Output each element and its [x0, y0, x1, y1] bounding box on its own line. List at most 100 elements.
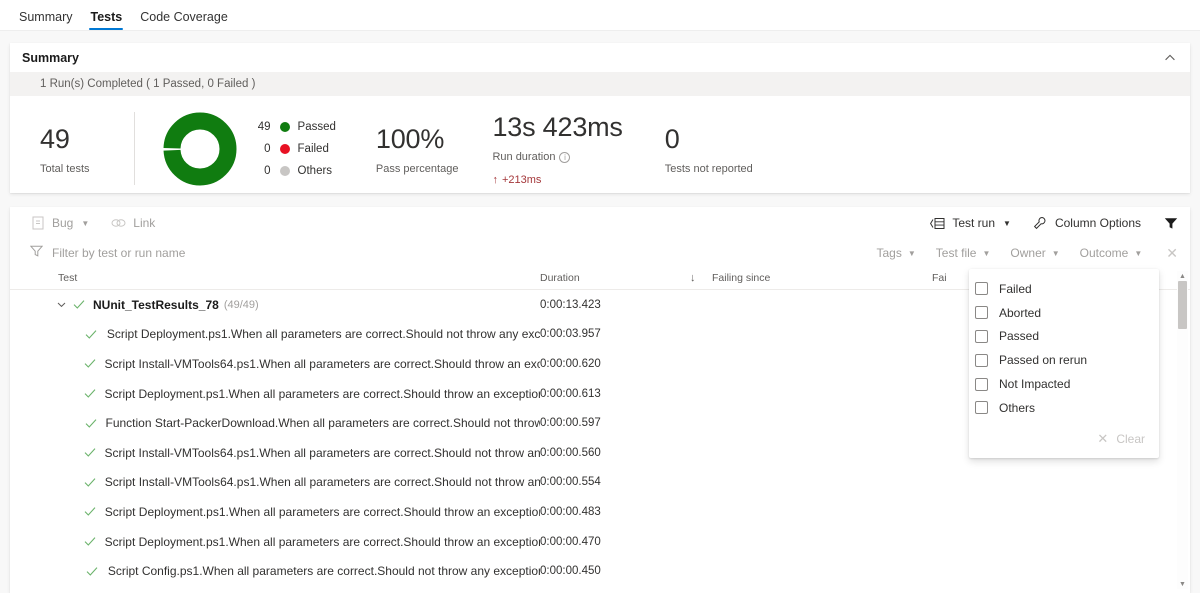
metric-run-duration: 13s 423ms Run duration i ↑ +213ms: [458, 104, 622, 193]
run-duration-delta: ↑ +213ms: [492, 174, 622, 186]
passed-check-icon: [84, 358, 97, 369]
metric-tests-not-reported: 0 Tests not reported: [623, 104, 753, 193]
expand-collapse-icon[interactable]: [57, 300, 71, 309]
table-row[interactable]: Script Config.ps1.When all parameters ar…: [10, 556, 1190, 586]
bug-label: Bug: [52, 216, 74, 230]
arrow-up-icon: ↑: [492, 174, 498, 187]
summary-title: Summary: [22, 50, 79, 65]
test-name: Script Config.ps1.When all parameters ar…: [107, 564, 540, 579]
summary-header[interactable]: Summary: [10, 43, 1190, 72]
row-duration: 0:00:00.450: [540, 565, 601, 578]
outcome-option-label: Others: [999, 400, 1036, 415]
pass-percentage-label: Pass percentage: [375, 162, 459, 175]
checkbox[interactable]: [975, 329, 988, 343]
outcome-filter-dropdown: Failed Aborted Passed Passed on rerun No…: [969, 269, 1159, 458]
total-tests-value: 49: [40, 123, 70, 154]
passed-check-icon: [84, 329, 99, 340]
column-header-duration[interactable]: Duration: [540, 272, 690, 284]
filter-pill-owner[interactable]: Owner ▼: [1010, 246, 1059, 260]
outcome-option-others[interactable]: Others: [969, 396, 1159, 420]
outcome-option-passed-on-rerun[interactable]: Passed on rerun: [969, 348, 1159, 372]
passed-check-icon: [84, 447, 97, 458]
filter-pill-test-file[interactable]: Test file ▼: [936, 246, 991, 260]
filter-pill-test-file-label: Test file: [935, 246, 977, 260]
outcome-clear-button[interactable]: ✕ Clear: [969, 420, 1159, 458]
chevron-down-icon[interactable]: ▼: [1003, 219, 1011, 228]
test-run-group-button[interactable]: Test run ▼: [930, 216, 1011, 231]
table-row[interactable]: Script Deployment.ps1.When all parameter…: [10, 497, 1190, 527]
donut-legend: 49 Passed 0 Failed 0 Others: [249, 116, 336, 182]
legend-others-label: Others: [297, 164, 333, 177]
vertical-scrollbar[interactable]: ▲ ▼: [1177, 271, 1188, 589]
test-name: Script Deployment.ps1.When all parameter…: [104, 386, 541, 401]
filter-pills: Tags ▼ Test file ▼ Owner ▼ Outcome ▼ ✕: [877, 245, 1179, 262]
clear-label: Clear: [1116, 431, 1145, 446]
test-name: Function Start-PackerDownload.When all p…: [105, 416, 541, 431]
wrench-icon: [1033, 216, 1048, 231]
row-duration: 0:00:00.620: [540, 357, 601, 370]
chevron-down-icon: ▼: [1051, 248, 1060, 258]
table-row[interactable]: Script Deployment.ps1.When all parameter…: [10, 527, 1190, 557]
column-header-test[interactable]: Test: [10, 272, 540, 284]
tab-tests[interactable]: Tests: [81, 11, 131, 30]
outcome-option-not-impacted[interactable]: Not Impacted: [969, 372, 1159, 396]
scroll-up-icon[interactable]: ▲: [1177, 271, 1188, 281]
filter-pill-outcome[interactable]: Outcome ▼: [1080, 246, 1143, 260]
info-icon[interactable]: i: [559, 152, 571, 164]
legend-passed-count: 49: [257, 120, 271, 133]
outcome-option-failed[interactable]: Failed: [969, 277, 1159, 301]
test-name: Script Deployment.ps1.When all parameter…: [106, 327, 540, 342]
checkbox[interactable]: [975, 306, 988, 320]
legend-others-count: 0: [264, 164, 271, 177]
chevron-down-icon: ▼: [907, 248, 916, 258]
filter-icon[interactable]: [1163, 216, 1178, 231]
outcome-option-aborted[interactable]: Aborted: [969, 301, 1159, 325]
filter-pill-tags[interactable]: Tags ▼: [877, 246, 916, 260]
chevron-down-icon[interactable]: ▼: [81, 219, 89, 228]
bug-icon: [30, 216, 45, 231]
passed-dot-icon: [279, 121, 290, 132]
column-options-label: Column Options: [1054, 216, 1141, 230]
row-duration: 0:00:00.560: [540, 446, 601, 459]
outcome-option-label: Passed: [999, 329, 1040, 344]
test-name: Script Deployment.ps1.When all parameter…: [104, 534, 540, 549]
tab-summary[interactable]: Summary: [10, 11, 81, 30]
checkbox[interactable]: [975, 401, 988, 415]
sort-descending-icon[interactable]: ↓: [690, 272, 712, 284]
chevron-down-icon: ▼: [1134, 248, 1143, 258]
tab-code-coverage-label: Code Coverage: [140, 10, 228, 24]
search-input[interactable]: Filter by test or run name: [29, 244, 185, 262]
column-options-button[interactable]: Column Options: [1033, 216, 1141, 231]
column-header-failing-since[interactable]: Failing since: [712, 272, 932, 284]
donut-icon: [163, 112, 237, 186]
passed-check-icon: [84, 388, 97, 399]
table-row[interactable]: Script Install-VMTools64.ps1.When all pa…: [10, 468, 1190, 498]
checkbox[interactable]: [975, 377, 988, 391]
outcome-donut-chart: 49 Passed 0 Failed 0 Others: [135, 104, 336, 193]
link-button[interactable]: Link: [111, 216, 155, 231]
filter-pill-tags-label: Tags: [876, 246, 902, 260]
run-status-text: 1 Run(s) Completed ( 1 Passed, 0 Failed …: [40, 78, 256, 90]
metric-total-tests: 49 Total tests: [10, 104, 90, 193]
link-label: Link: [133, 216, 156, 230]
pass-percentage-value: 100%: [375, 123, 445, 154]
failed-dot-icon: [279, 143, 290, 154]
checkbox[interactable]: [975, 353, 988, 367]
outcome-option-passed[interactable]: Passed: [969, 325, 1159, 349]
outcome-option-label: Passed on rerun: [999, 353, 1088, 368]
passed-check-icon: [84, 477, 97, 488]
scrollbar-thumb[interactable]: [1178, 281, 1187, 329]
close-icon[interactable]: ✕: [1166, 245, 1178, 262]
summary-card: Summary 1 Run(s) Completed ( 1 Passed, 0…: [10, 43, 1190, 193]
chevron-up-icon[interactable]: [1162, 50, 1178, 66]
tab-code-coverage[interactable]: Code Coverage: [131, 11, 237, 30]
row-duration: 0:00:00.483: [540, 505, 601, 518]
scroll-down-icon[interactable]: ▼: [1177, 579, 1188, 589]
summary-metrics: 49 Total tests 49 Passed 0 Failed 0 Othe…: [10, 96, 1190, 193]
legend-item-others: 0 Others: [249, 160, 336, 182]
group-by-icon: [930, 216, 945, 231]
filter-bar: Filter by test or run name Tags ▼ Test fi…: [10, 239, 1190, 267]
others-dot-icon: [279, 165, 290, 176]
checkbox[interactable]: [975, 282, 988, 296]
bug-button[interactable]: Bug ▼: [30, 216, 89, 231]
